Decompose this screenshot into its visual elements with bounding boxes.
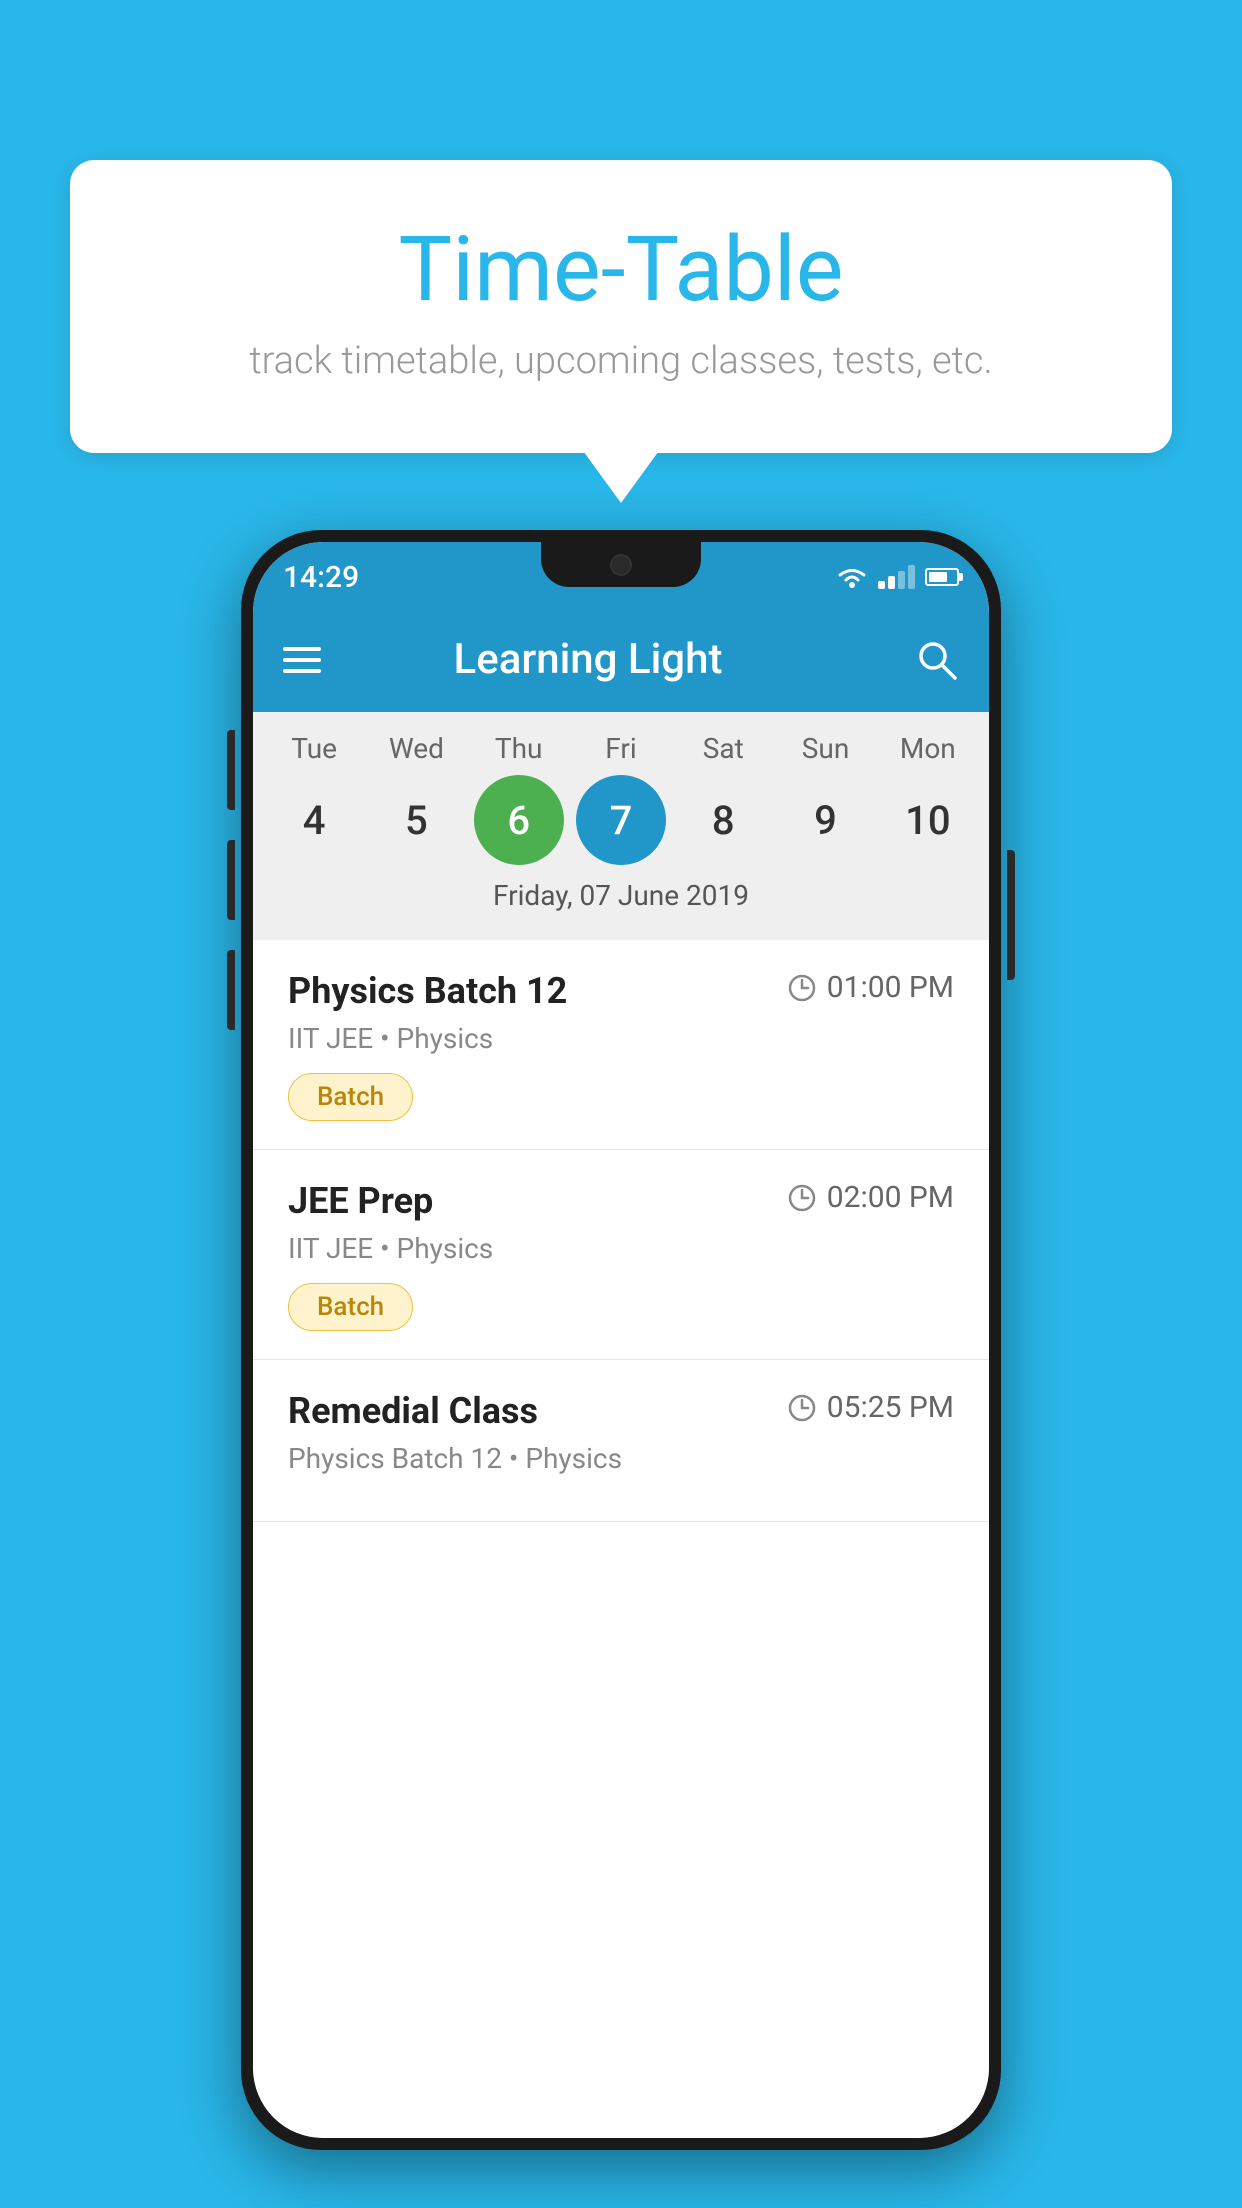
- speech-bubble-container: Time-Table track timetable, upcoming cla…: [70, 160, 1172, 453]
- day-8[interactable]: 8: [678, 775, 768, 865]
- class-name-2: JEE Prep: [288, 1180, 787, 1222]
- class-name-3: Remedial Class: [288, 1390, 787, 1432]
- day-10[interactable]: 10: [883, 775, 973, 865]
- volume-down-button: [227, 840, 235, 920]
- app-title: Learning Light: [351, 635, 825, 684]
- day-6-today[interactable]: 6: [474, 775, 564, 865]
- class-list: Physics Batch 12 01:00 PM: [253, 940, 989, 2138]
- hamburger-menu-button[interactable]: [283, 647, 321, 673]
- silent-button: [227, 950, 235, 1030]
- class-item-header-2: JEE Prep 02:00 PM: [288, 1180, 954, 1222]
- class-time-3: 05:25 PM: [787, 1390, 954, 1425]
- bubble-title: Time-Table: [150, 220, 1092, 319]
- day-9[interactable]: 9: [781, 775, 871, 865]
- day-headers: Tue Wed Thu Fri Sat Sun Mon: [253, 732, 989, 765]
- day-header-fri: Fri: [576, 732, 666, 765]
- clock-icon-3: [787, 1393, 817, 1423]
- phone-content: 14:29: [253, 542, 989, 2138]
- day-header-tue: Tue: [269, 732, 359, 765]
- class-item-header-1: Physics Batch 12 01:00 PM: [288, 970, 954, 1012]
- camera: [610, 554, 632, 576]
- calendar-strip: Tue Wed Thu Fri Sat Sun Mon 4 5 6: [253, 712, 989, 940]
- hamburger-line-1: [283, 647, 321, 651]
- hamburger-line-3: [283, 669, 321, 673]
- class-item-remedial[interactable]: Remedial Class 05:25 PM: [253, 1360, 989, 1522]
- phone-notch: [541, 542, 701, 587]
- speech-bubble: Time-Table track timetable, upcoming cla…: [70, 160, 1172, 453]
- power-button: [1007, 850, 1015, 980]
- day-header-thu: Thu: [474, 732, 564, 765]
- class-time-text-1: 01:00 PM: [827, 970, 954, 1005]
- status-time: 14:29: [283, 560, 359, 595]
- day-header-sat: Sat: [678, 732, 768, 765]
- phone-outer: 14:29: [241, 530, 1001, 2150]
- class-item-header-3: Remedial Class 05:25 PM: [288, 1390, 954, 1432]
- search-icon[interactable]: [915, 638, 959, 682]
- day-header-sun: Sun: [781, 732, 871, 765]
- day-7-selected[interactable]: 7: [576, 775, 666, 865]
- clock-icon-2: [787, 1183, 817, 1213]
- status-icons: [836, 563, 959, 591]
- volume-up-button: [227, 730, 235, 810]
- wifi-icon: [836, 563, 868, 591]
- class-time-text-3: 05:25 PM: [827, 1390, 954, 1425]
- selected-date-label: Friday, 07 June 2019: [253, 865, 989, 930]
- batch-badge-2: Batch: [288, 1283, 413, 1331]
- day-numbers: 4 5 6 7 8 9 10: [253, 775, 989, 865]
- batch-badge-1: Batch: [288, 1073, 413, 1121]
- class-meta-1: IIT JEE • Physics: [288, 1022, 954, 1055]
- class-item-physics-batch-12[interactable]: Physics Batch 12 01:00 PM: [253, 940, 989, 1150]
- battery-icon: [925, 568, 959, 586]
- day-4[interactable]: 4: [269, 775, 359, 865]
- class-name-1: Physics Batch 12: [288, 970, 787, 1012]
- day-header-wed: Wed: [371, 732, 461, 765]
- signal-icon: [878, 565, 915, 589]
- battery-fill: [929, 572, 947, 582]
- app-bar: Learning Light: [253, 607, 989, 712]
- bubble-subtitle: track timetable, upcoming classes, tests…: [150, 339, 1092, 383]
- phone-screen: 14:29: [253, 542, 989, 2138]
- day-5[interactable]: 5: [371, 775, 461, 865]
- class-time-text-2: 02:00 PM: [827, 1180, 954, 1215]
- clock-icon-1: [787, 973, 817, 1003]
- class-meta-3: Physics Batch 12 • Physics: [288, 1442, 954, 1475]
- class-meta-2: IIT JEE • Physics: [288, 1232, 954, 1265]
- class-item-jee-prep[interactable]: JEE Prep 02:00 PM: [253, 1150, 989, 1360]
- class-time-1: 01:00 PM: [787, 970, 954, 1005]
- day-header-mon: Mon: [883, 732, 973, 765]
- phone-mockup: 14:29: [241, 530, 1001, 2150]
- class-time-2: 02:00 PM: [787, 1180, 954, 1215]
- hamburger-line-2: [283, 658, 321, 662]
